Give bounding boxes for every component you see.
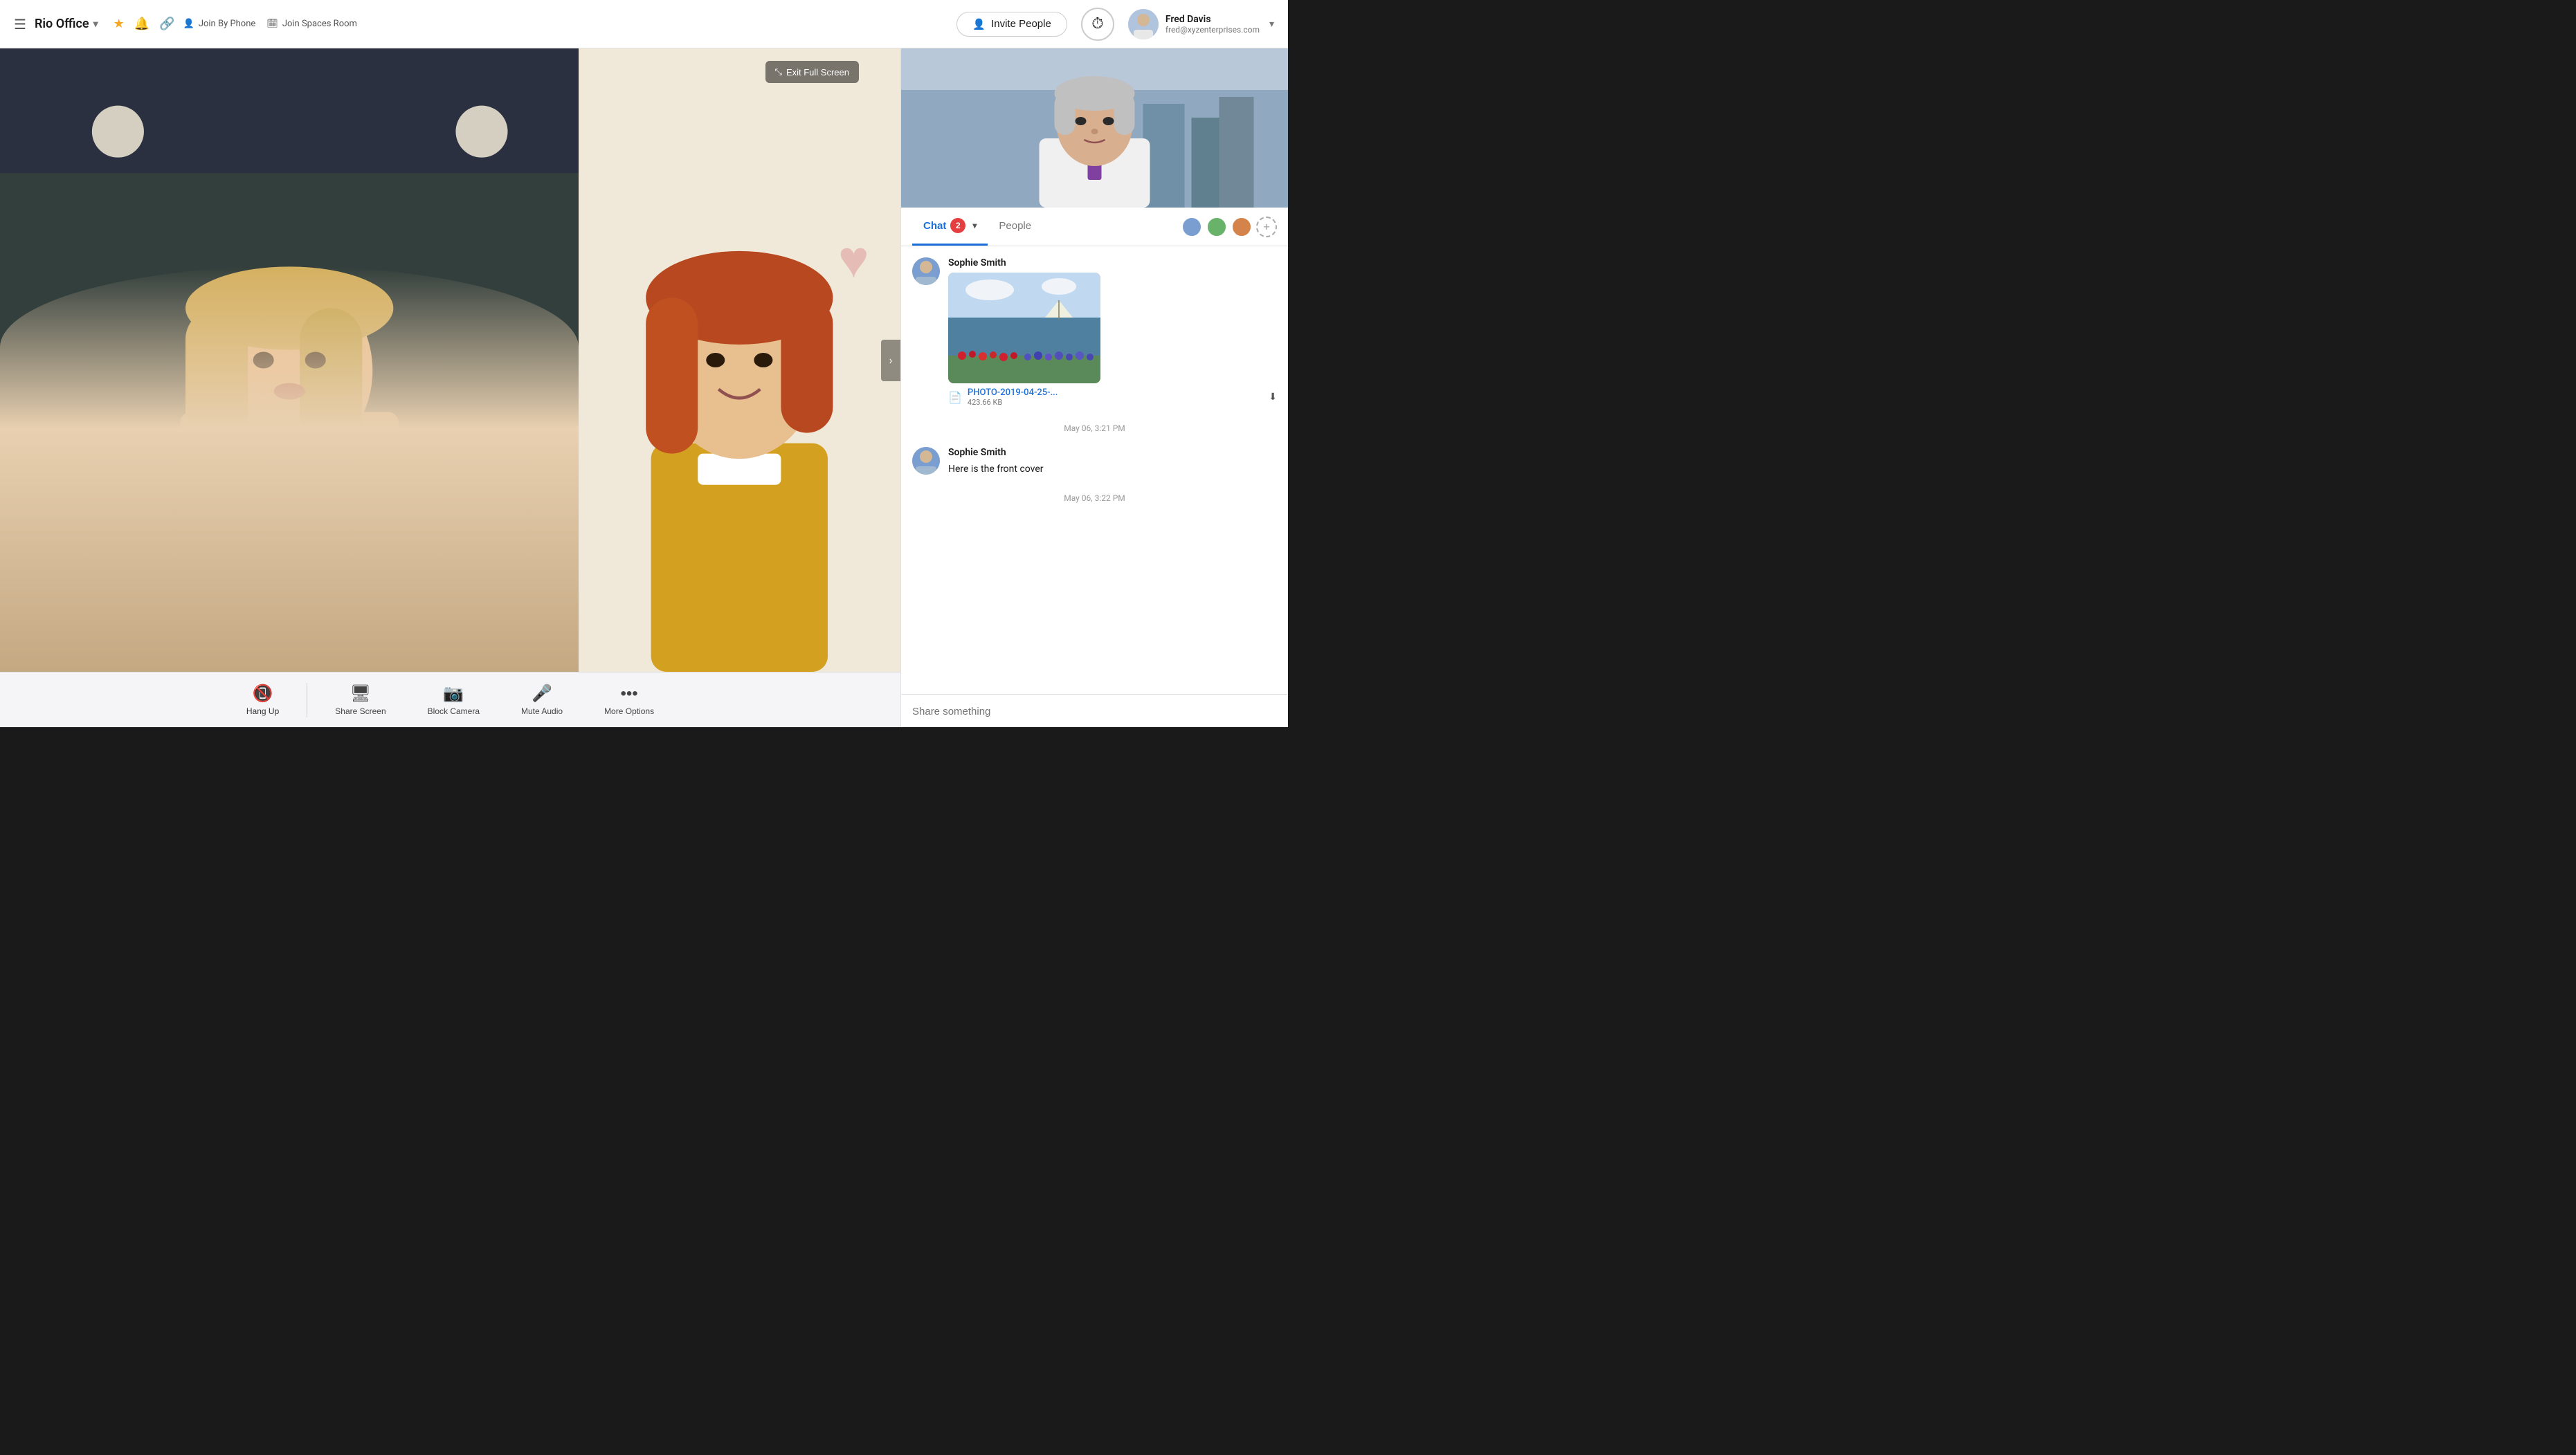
chat-unread-badge: 2 — [950, 218, 965, 233]
message-file-attachment: 📄 PHOTO-2019-04-25-... 423.66 KB ⬇ — [948, 387, 1277, 407]
participant-video-thumbnail — [901, 48, 1288, 208]
join-spaces-button[interactable]: 🗓 Join Spaces Room — [266, 19, 357, 29]
bell-icon[interactable]: 🔔 — [134, 17, 149, 31]
timer-button[interactable]: ⏱ — [1081, 8, 1114, 41]
invite-icon: 👤 — [972, 18, 986, 30]
topbar-right: 👤 Invite People ⏱ Fred Davis fred@xyzent… — [956, 8, 1274, 41]
bottom-controls: 📵 Hang Up 🖥 Share Screen 📷 Block Camera … — [0, 672, 900, 727]
invite-label: Invite People — [991, 18, 1051, 30]
message-image[interactable] — [948, 273, 1100, 383]
user-email: fred@xyzenterprises.com — [1165, 25, 1260, 35]
message-text: Here is the front cover — [948, 462, 1277, 477]
video-bg-2: ♥ — [579, 48, 900, 672]
tab-chat[interactable]: Chat 2 ▾ — [912, 208, 988, 246]
user-name: Fred Davis — [1165, 14, 1260, 25]
collapse-panel-button[interactable]: › — [881, 340, 900, 381]
right-panel: Chat 2 ▾ People + — [900, 48, 1288, 727]
message-timestamp-1: May 06, 3:21 PM — [912, 423, 1277, 433]
chat-tab-label: Chat — [923, 220, 946, 232]
sender-name-1: Sophie Smith — [948, 257, 1277, 268]
add-person-button[interactable]: + — [1256, 217, 1277, 237]
video-area: ⤡ Exit Full Screen — [0, 48, 900, 727]
chat-tab-chevron-icon[interactable]: ▾ — [972, 221, 977, 230]
join-by-phone-button[interactable]: 👤 Join By Phone — [183, 19, 256, 29]
file-size: 423.66 KB — [968, 398, 1058, 407]
share-screen-button[interactable]: 🖥 Share Screen — [314, 684, 406, 716]
topbar-actions: 👤 Join By Phone 🗓 Join Spaces Room — [183, 19, 357, 29]
participant-avatar-3 — [1231, 217, 1252, 237]
topbar-left: ☰ Rio Office ▾ ★ 🔔 🔗 👤 Join By Phone 🗓 J… — [14, 16, 956, 33]
topbar-icons: ★ 🔔 🔗 — [114, 17, 175, 31]
mute-audio-button[interactable]: 🎤 Mute Audio — [500, 684, 583, 716]
chevron-down-icon[interactable]: ▾ — [93, 19, 98, 30]
meeting-title: Rio Office ▾ — [35, 17, 98, 31]
sender-avatar-1 — [912, 257, 940, 285]
chat-message-1: Sophie Smith — [912, 257, 1277, 407]
star-icon[interactable]: ★ — [114, 17, 125, 31]
invite-people-button[interactable]: 👤 Invite People — [956, 12, 1067, 37]
user-info: Fred Davis fred@xyzenterprises.com — [1165, 14, 1260, 35]
camera-icon: 📷 — [443, 684, 464, 704]
spaces-icon: 🗓 — [266, 19, 278, 29]
chat-input[interactable] — [912, 706, 1277, 717]
video-tile-participant-1 — [0, 48, 579, 672]
panel-tabs: Chat 2 ▾ People + — [901, 208, 1288, 246]
participant-avatar-2 — [1206, 217, 1227, 237]
video-participants: ♥ — [0, 48, 900, 672]
more-options-button[interactable]: ••• More Options — [583, 684, 675, 716]
participant-avatar-1 — [1181, 217, 1202, 237]
link-icon[interactable]: 🔗 — [159, 17, 174, 31]
mute-audio-label: Mute Audio — [521, 706, 563, 716]
hang-up-label: Hang Up — [246, 706, 279, 716]
hang-up-button[interactable]: 📵 Hang Up — [226, 684, 300, 716]
file-icon: 📄 — [948, 391, 962, 404]
topbar: ☰ Rio Office ▾ ★ 🔔 🔗 👤 Join By Phone 🗓 J… — [0, 0, 1288, 48]
video-grid: ⤡ Exit Full Screen — [0, 48, 900, 672]
avatar — [1128, 9, 1159, 39]
message-timestamp-2: May 06, 3:22 PM — [912, 493, 1277, 503]
chat-message-2: Sophie Smith Here is the front cover — [912, 447, 1277, 477]
share-screen-label: Share Screen — [335, 706, 386, 716]
exit-fullscreen-icon: ⤡ — [775, 66, 782, 77]
message-content-1: Sophie Smith — [948, 257, 1277, 407]
file-details: PHOTO-2019-04-25-... 423.66 KB — [968, 387, 1058, 407]
tab-avatars: + — [1181, 217, 1277, 237]
join-phone-label: Join By Phone — [199, 19, 255, 29]
message-content-2: Sophie Smith Here is the front cover — [948, 447, 1277, 477]
hang-up-icon: 📵 — [253, 684, 273, 704]
join-spaces-label: Join Spaces Room — [282, 19, 357, 29]
profile-chevron-icon[interactable]: ▾ — [1269, 19, 1274, 30]
sender-name-2: Sophie Smith — [948, 447, 1277, 458]
video-bg-1 — [0, 48, 579, 672]
exit-fullscreen-button[interactable]: ⤡ Exit Full Screen — [765, 61, 859, 83]
file-name[interactable]: PHOTO-2019-04-25-... — [968, 387, 1058, 398]
svg-text:♥: ♥ — [838, 229, 869, 290]
sender-avatar-2 — [912, 447, 940, 475]
meeting-title-text: Rio Office — [35, 17, 89, 31]
main-content: ⤡ Exit Full Screen — [0, 48, 1288, 727]
hamburger-icon[interactable]: ☰ — [14, 16, 26, 33]
chat-area: Sophie Smith — [901, 246, 1288, 694]
block-camera-label: Block Camera — [428, 706, 480, 716]
chat-input-area — [901, 694, 1288, 727]
download-icon[interactable]: ⬇ — [1269, 392, 1277, 403]
more-options-icon: ••• — [620, 684, 637, 704]
block-camera-button[interactable]: 📷 Block Camera — [407, 684, 500, 716]
microphone-icon: 🎤 — [532, 684, 552, 704]
video-tile-participant-2: ♥ — [579, 48, 900, 672]
more-options-label: More Options — [604, 706, 654, 716]
user-profile[interactable]: Fred Davis fred@xyzenterprises.com ▾ — [1128, 9, 1274, 39]
share-screen-icon: 🖥 — [350, 684, 371, 704]
people-tab-label: People — [999, 220, 1031, 232]
tab-people[interactable]: People — [988, 208, 1042, 246]
phone-icon: 👤 — [183, 19, 194, 29]
timer-icon: ⏱ — [1091, 15, 1103, 33]
exit-fullscreen-label: Exit Full Screen — [786, 67, 849, 77]
